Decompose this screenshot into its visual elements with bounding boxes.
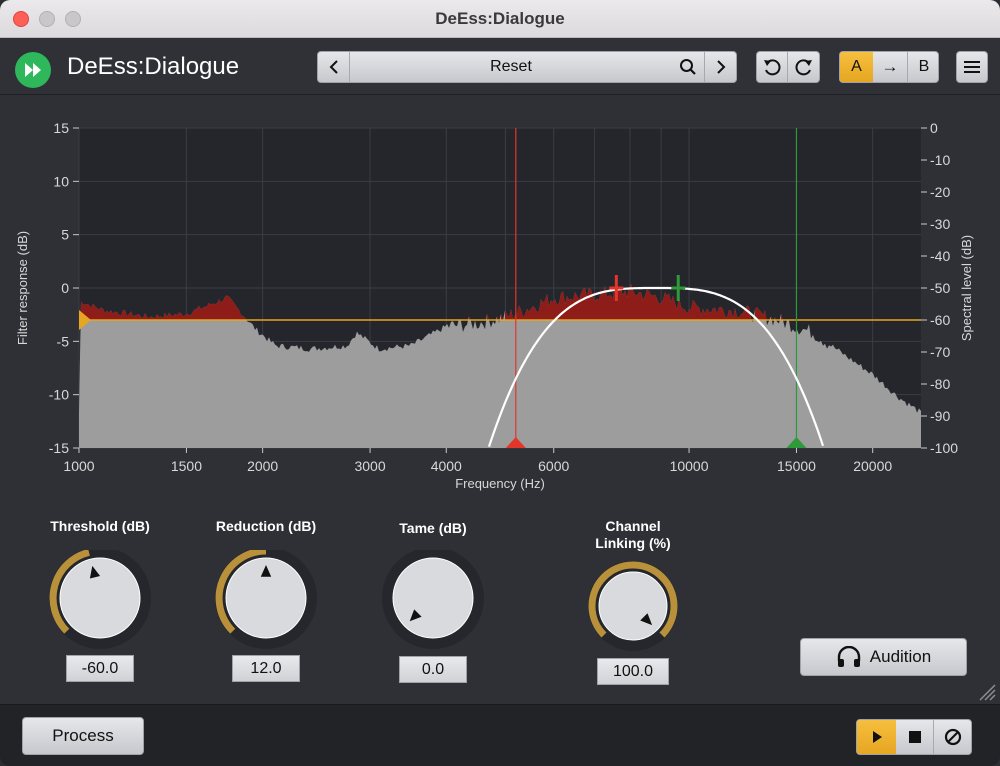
preset-name[interactable]: Reset — [350, 52, 672, 82]
right-tick-label: -100 — [930, 440, 958, 456]
x-axis-ticks: 1000 1500 2000 3000 4000 6000 10000 15000 20000 — [63, 448, 892, 474]
window-title: DeEss:Dialogue — [435, 9, 565, 28]
audition-button[interactable]: Audition — [800, 638, 967, 676]
left-tick-label: -10 — [49, 387, 69, 403]
plugin-window: DeEss:Dialogue DeEss:Dialogue Reset A → … — [0, 0, 1000, 766]
left-tick-label: 0 — [61, 280, 69, 296]
next-preset-button[interactable] — [704, 52, 736, 82]
title-bar: DeEss:Dialogue — [0, 0, 1000, 38]
app-title: DeEss:Dialogue — [67, 53, 240, 80]
stop-button[interactable] — [896, 720, 934, 754]
left-tick-label: -15 — [49, 440, 69, 456]
footer-bar: Process — [0, 704, 1000, 766]
play-button[interactable] — [857, 720, 896, 754]
transport-controls — [856, 719, 972, 755]
ab-compare-group: A → B — [839, 51, 939, 83]
right-tick-label: -70 — [930, 344, 950, 360]
ab-copy-button[interactable]: → — [873, 52, 907, 82]
left-tick-label: 15 — [53, 120, 69, 136]
app-logo-icon — [15, 52, 51, 88]
threshold-label: Threshold (dB) — [50, 518, 150, 534]
bypass-button[interactable] — [934, 720, 971, 754]
knob-cap[interactable] — [392, 557, 474, 639]
preset-bar: Reset — [317, 51, 737, 83]
play-icon — [872, 731, 882, 743]
tame-value[interactable]: 0.0 — [399, 656, 467, 683]
frequency-graph[interactable]: 15 10 5 0 -5 -10 -15 0 -10 -20 -30 -40 -50 -60 -70 -80… — [0, 96, 1000, 496]
plugin-header: DeEss:Dialogue Reset A → B — [0, 39, 1000, 95]
undo-icon — [764, 59, 781, 76]
right-tick-label: -10 — [930, 152, 950, 168]
right-tick-label: -60 — [930, 312, 950, 328]
knob-cap[interactable] — [598, 571, 668, 641]
x-tick-label: 20000 — [853, 458, 892, 474]
reduction-label: Reduction (dB) — [215, 518, 317, 534]
x-tick-label: 2000 — [247, 458, 278, 474]
redo-icon — [795, 59, 812, 76]
tame-knob[interactable] — [373, 550, 493, 650]
menu-button[interactable] — [956, 51, 988, 83]
ab-b-button[interactable]: B — [907, 52, 938, 82]
audition-label: Audition — [869, 647, 932, 666]
x-tick-label: 4000 — [431, 458, 462, 474]
reduction-value[interactable]: 12.0 — [232, 655, 300, 682]
x-tick-label: 15000 — [777, 458, 816, 474]
left-tick-label: -5 — [57, 333, 70, 349]
undo-button[interactable] — [757, 52, 788, 82]
chevron-left-icon — [329, 60, 338, 74]
right-tick-label: 0 — [930, 120, 938, 136]
right-axis-label: Spectral level (dB) — [959, 235, 974, 341]
x-axis-label: Frequency (Hz) — [455, 476, 545, 491]
right-tick-label: -80 — [930, 376, 950, 392]
process-button[interactable]: Process — [22, 717, 144, 755]
ab-a-button[interactable]: A — [840, 52, 873, 82]
left-axis-label: Filter response (dB) — [15, 231, 30, 345]
stop-icon — [908, 731, 921, 743]
undo-redo-group — [756, 51, 820, 83]
right-tick-label: -50 — [930, 280, 950, 296]
search-icon — [680, 59, 696, 75]
channel-linking-label-line2: Linking (%) — [595, 535, 671, 551]
bypass-icon — [944, 728, 962, 746]
channel-linking-value[interactable]: 100.0 — [597, 658, 669, 685]
chevron-right-icon — [716, 60, 725, 74]
reduction-knob[interactable] — [206, 550, 326, 650]
knob-cap[interactable] — [59, 557, 141, 639]
right-tick-label: -30 — [930, 216, 950, 232]
right-tick-label: -40 — [930, 248, 950, 264]
right-tick-label: -90 — [930, 408, 950, 424]
threshold-knob[interactable] — [40, 550, 160, 650]
left-tick-label: 5 — [61, 227, 69, 243]
previous-preset-button[interactable] — [318, 52, 350, 82]
preset-search-button[interactable] — [672, 52, 704, 82]
channel-linking-knob[interactable] — [573, 560, 693, 655]
left-tick-label: 10 — [53, 173, 69, 189]
resize-grip-icon[interactable] — [976, 680, 996, 702]
x-tick-label: 6000 — [538, 458, 569, 474]
headphones-icon — [837, 646, 860, 667]
x-tick-label: 1000 — [63, 458, 94, 474]
channel-linking-label-line1: Channel — [605, 518, 661, 534]
x-tick-label: 3000 — [354, 458, 385, 474]
hamburger-menu-icon — [964, 61, 980, 73]
right-tick-label: -20 — [930, 184, 950, 200]
threshold-value[interactable]: -60.0 — [66, 655, 134, 682]
tame-label: Tame (dB) — [399, 520, 467, 536]
x-tick-label: 1500 — [171, 458, 202, 474]
x-tick-label: 10000 — [670, 458, 709, 474]
right-axis-ticks: 0 -10 -20 -30 -40 -50 -60 -70 -80 -90 -100 — [921, 120, 958, 456]
channel-linking-label: Channel Linking (%) — [563, 518, 703, 552]
redo-button[interactable] — [788, 52, 819, 82]
left-axis-ticks: 15 10 5 0 -5 -10 -15 — [49, 120, 79, 456]
